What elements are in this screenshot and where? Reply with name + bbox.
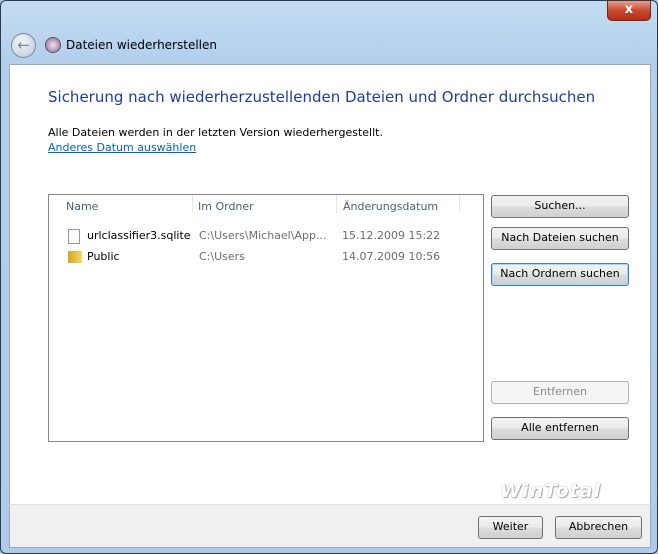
row-folder: C:\Users\Michael\App... <box>199 229 327 242</box>
folder-icon <box>68 251 82 263</box>
info-text: Alle Dateien werden in der letzten Versi… <box>48 126 383 139</box>
remove-button[interactable]: Entfernen <box>491 381 629 404</box>
page-heading: Sicherung nach wiederherzustellenden Dat… <box>48 88 596 106</box>
row-name: Public <box>87 250 120 263</box>
restore-app-icon <box>45 37 61 53</box>
search-files-button[interactable]: Nach Dateien suchen <box>491 227 629 250</box>
window-frame: x ← Dateien wiederherstellen Sicherung n… <box>0 0 658 554</box>
row-name: urlclassifier3.sqlite <box>87 229 191 242</box>
row-folder: C:\Users <box>199 250 245 263</box>
file-icon <box>68 229 80 244</box>
column-divider[interactable] <box>336 195 337 213</box>
back-button[interactable]: ← <box>11 33 36 58</box>
row-date: 15.12.2009 15:22 <box>342 229 441 242</box>
list-row[interactable]: urlclassifier3.sqlite C:\Users\Michael\A… <box>49 227 483 245</box>
choose-date-link[interactable]: Anderes Datum auswählen <box>48 141 196 154</box>
column-header-date[interactable]: Änderungsdatum <box>343 199 438 219</box>
close-button[interactable]: x <box>607 1 651 21</box>
cancel-button[interactable]: Abbrechen <box>555 516 642 539</box>
search-button[interactable]: Suchen... <box>491 195 629 218</box>
column-divider[interactable] <box>459 195 460 213</box>
column-header-folder[interactable]: Im Ordner <box>198 199 254 219</box>
column-divider[interactable] <box>192 195 193 213</box>
search-folders-button[interactable]: Nach Ordnern suchen <box>491 263 629 286</box>
footer-bar: Weiter Abbrechen <box>9 504 651 548</box>
back-arrow-icon: ← <box>17 36 30 54</box>
file-list[interactable]: Name Im Ordner Änderungsdatum urlclassif… <box>48 194 484 442</box>
content-area: Sicherung nach wiederherzustellenden Dat… <box>9 64 651 504</box>
watermark-logo: WinTotal <box>500 480 601 502</box>
column-header-name[interactable]: Name <box>66 199 98 219</box>
remove-all-button[interactable]: Alle entfernen <box>491 417 629 440</box>
row-date: 14.07.2009 10:56 <box>342 250 441 263</box>
window-title: Dateien wiederherstellen <box>66 38 217 52</box>
list-row[interactable]: Public C:\Users 14.07.2009 10:56 <box>49 248 483 266</box>
next-button[interactable]: Weiter <box>478 516 543 539</box>
